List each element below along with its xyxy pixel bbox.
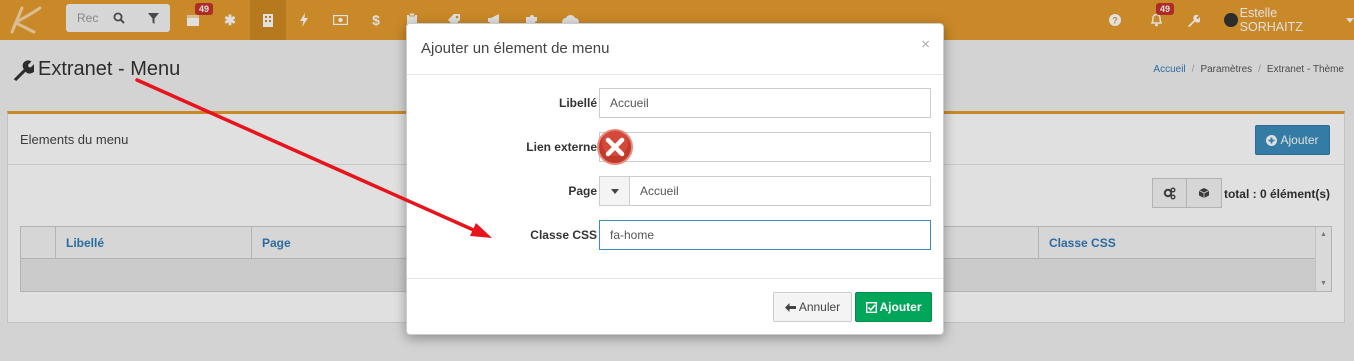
- annotation-arrow: [135, 78, 492, 238]
